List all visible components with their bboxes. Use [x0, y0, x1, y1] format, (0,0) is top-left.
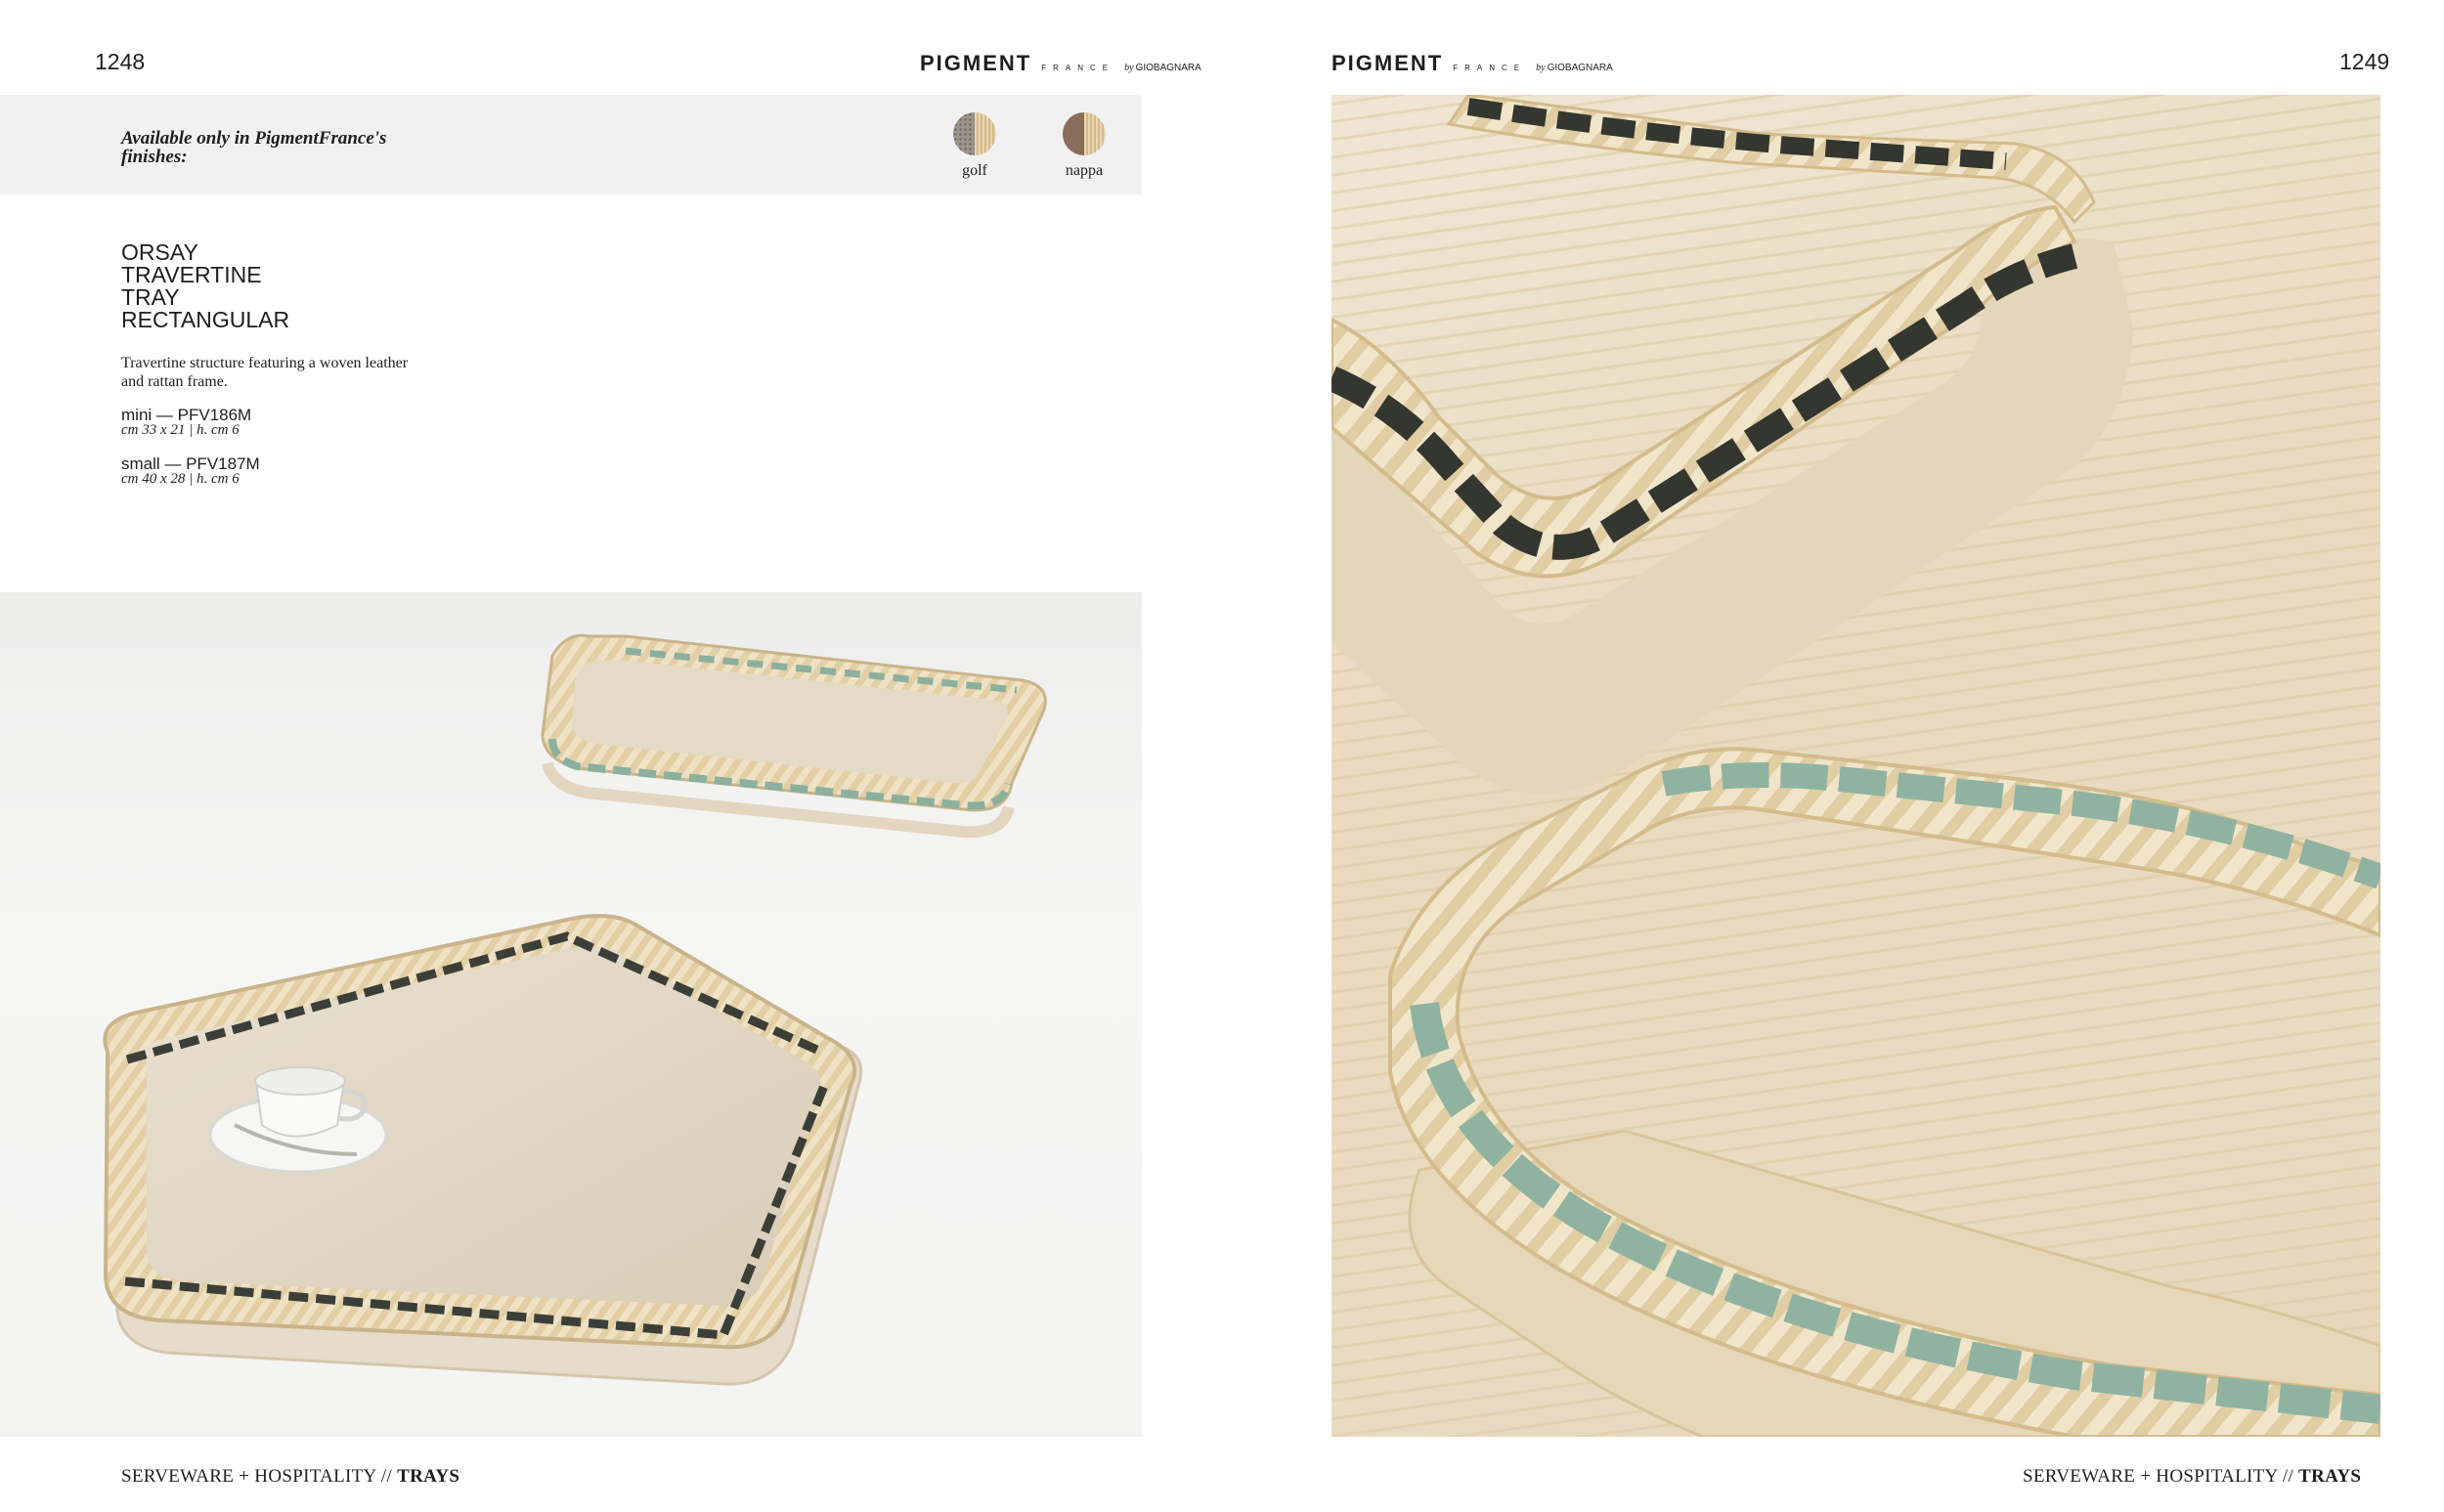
product-title: ORSAY TRAVERTINE TRAY RECTANGULAR	[121, 241, 289, 331]
finish-label-golf: golf	[962, 162, 987, 179]
page-number-right: 1249	[2339, 49, 2390, 74]
product-photo-closeup	[1331, 95, 2380, 1437]
brand-name: PIGMENT	[1331, 51, 1444, 75]
footer-category: TRAYS	[2298, 1466, 2362, 1487]
brand-logo-left: PIGMENT FRANCE by GIOBAGNARA	[920, 51, 1201, 76]
brand-logo-right: PIGMENT FRANCE by GIOBAGNARA	[1331, 51, 1613, 76]
rattan-texture	[975, 112, 996, 155]
page-number-left: 1248	[95, 49, 146, 74]
finishes-heading: Available only in PigmentFrance's finish…	[121, 128, 387, 167]
finish-swatch-golf	[953, 112, 996, 155]
brand-maker: GIOBAGNARA	[1135, 63, 1201, 73]
brand-sub: FRANCE	[1453, 64, 1527, 72]
product-photo-trays	[0, 592, 1142, 1437]
mini-tray	[541, 633, 1047, 839]
brand-sub: FRANCE	[1041, 64, 1115, 72]
finish-label-nappa: nappa	[1065, 162, 1104, 179]
brand-name: PIGMENT	[920, 51, 1032, 75]
finish-swatch-nappa	[1063, 112, 1106, 155]
small-tray	[103, 914, 863, 1386]
trays-illustration	[103, 633, 1047, 1386]
title-line: TRAVERTINE	[121, 262, 262, 287]
golf-texture	[953, 112, 975, 155]
title-line: ORSAY	[121, 239, 198, 265]
footer-right: SERVEWARE + HOSPITALITY // TRAYS	[2023, 1466, 2361, 1488]
variant-mini: mini — PFV186M cm 33 x 21 | h. cm 6	[121, 407, 251, 438]
title-line: TRAY	[121, 284, 180, 310]
brand-by: by	[1124, 63, 1134, 73]
variant-dimensions: cm 40 x 28 | h. cm 6	[121, 471, 240, 487]
footer-section: SERVEWARE + HOSPITALITY //	[121, 1466, 398, 1487]
closeup-illustration	[1331, 95, 2380, 1437]
footer-left: SERVEWARE + HOSPITALITY // TRAYS	[121, 1466, 459, 1488]
brand-maker: GIOBAGNARA	[1547, 63, 1613, 73]
product-description: Travertine structure featuring a woven l…	[121, 355, 409, 390]
footer-category: TRAYS	[397, 1466, 460, 1487]
variant-code: small — PFV187M	[121, 454, 260, 473]
rattan-texture	[1084, 112, 1106, 155]
brand-by: by	[1536, 63, 1546, 73]
title-line: RECTANGULAR	[121, 307, 290, 332]
nappa-texture	[1063, 112, 1084, 155]
variant-dimensions: cm 33 x 21 | h. cm 6	[121, 422, 240, 438]
variant-small: small — PFV187M cm 40 x 28 | h. cm 6	[121, 455, 260, 487]
variant-code: mini — PFV186M	[121, 406, 252, 424]
footer-section: SERVEWARE + HOSPITALITY //	[2023, 1466, 2299, 1487]
